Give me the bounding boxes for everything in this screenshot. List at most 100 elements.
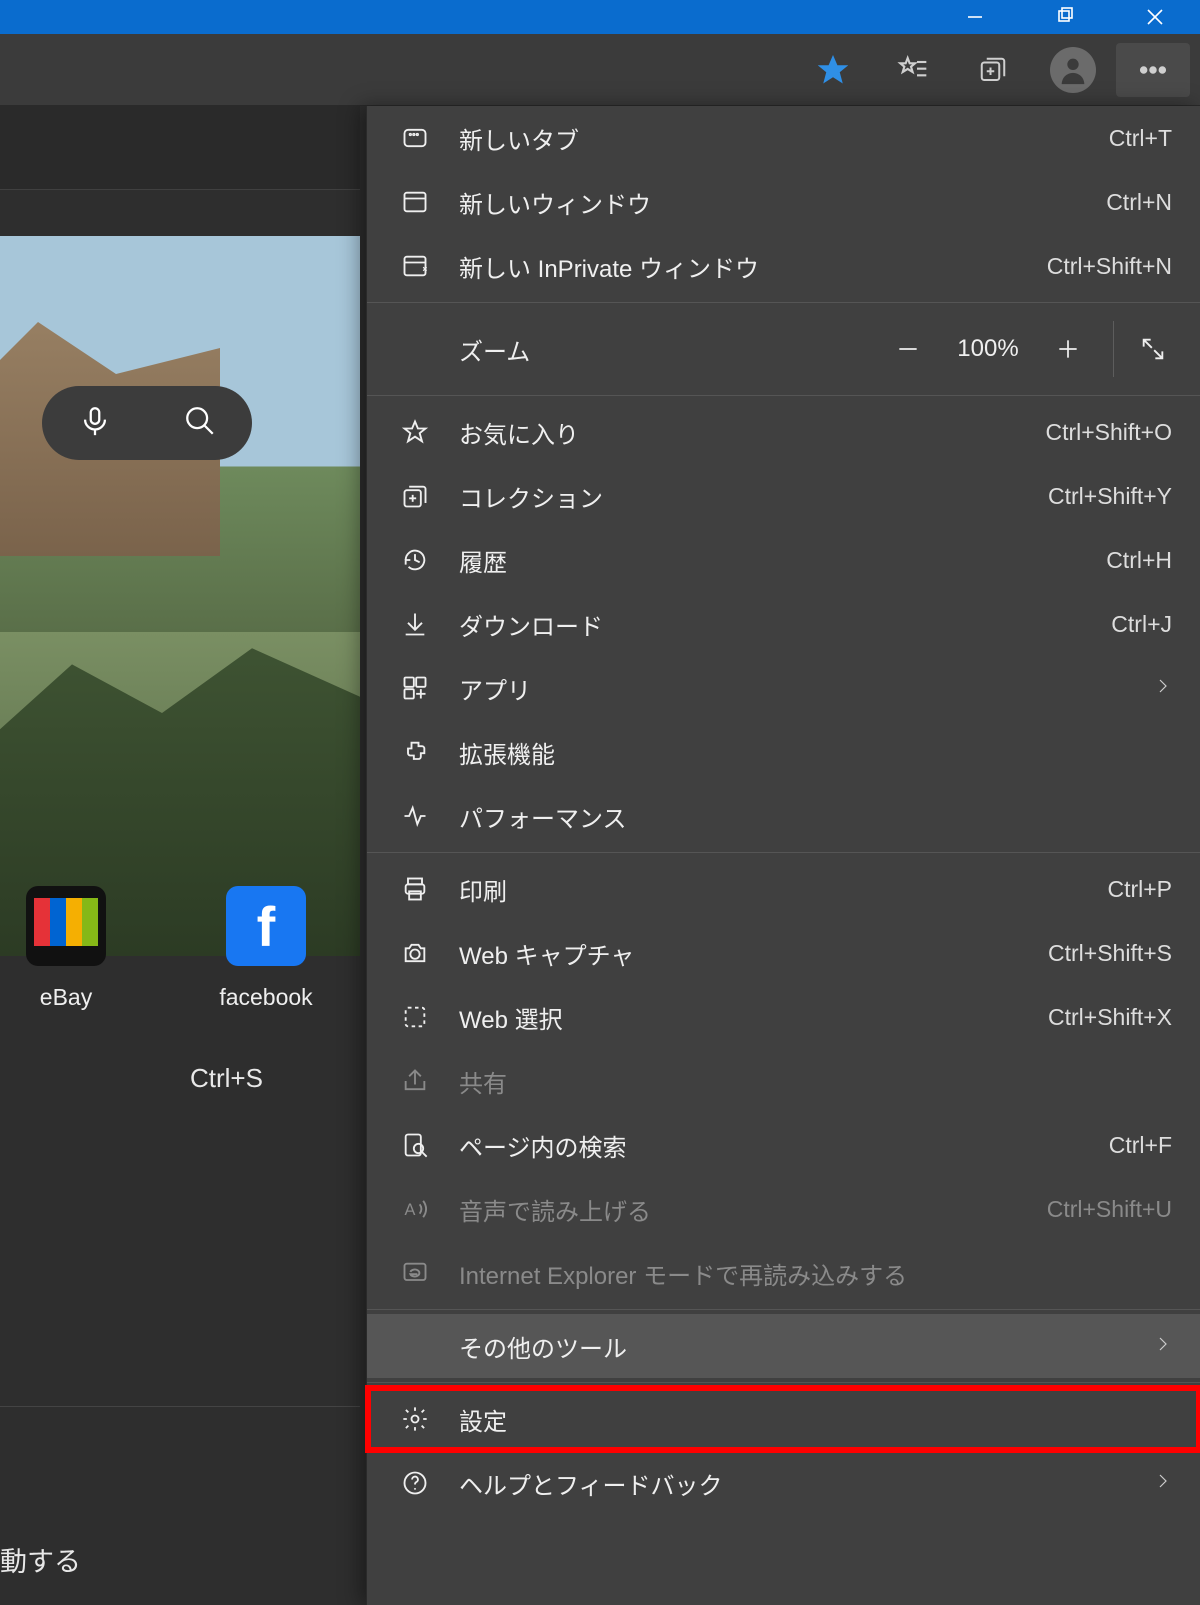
performance-icon xyxy=(395,796,435,836)
profile-button[interactable] xyxy=(1036,43,1110,97)
menu-extensions[interactable]: 拡張機能 xyxy=(367,720,1200,784)
new-tab-icon xyxy=(395,118,435,158)
menu-separator xyxy=(367,852,1200,853)
quick-link-label: facebook xyxy=(219,984,312,1011)
menu-item-label: アプリ xyxy=(459,671,1140,706)
app-menu: 新しいタブ Ctrl+T 新しいウィンドウ Ctrl+N 新しい InPriva… xyxy=(366,106,1200,1605)
partial-text: 動する xyxy=(0,1540,81,1579)
menu-item-label: 印刷 xyxy=(459,872,1107,907)
facebook-icon: f xyxy=(226,886,306,966)
fullscreen-button[interactable] xyxy=(1124,320,1182,378)
menu-item-shortcut: Ctrl+N xyxy=(1106,189,1172,216)
menu-item-label: Web キャプチャ xyxy=(459,936,1048,971)
menu-apps[interactable]: アプリ xyxy=(367,656,1200,720)
menu-item-label: 設定 xyxy=(459,1402,1172,1437)
favorite-star-icon[interactable] xyxy=(796,43,870,97)
menu-item-shortcut: Ctrl+H xyxy=(1106,547,1172,574)
menu-favorites[interactable]: お気に入り Ctrl+Shift+O xyxy=(367,400,1200,464)
menu-item-shortcut: Ctrl+P xyxy=(1107,876,1172,903)
menu-settings[interactable]: 設定 xyxy=(367,1387,1200,1451)
window-titlebar xyxy=(0,0,1200,34)
menu-ie-mode: Internet Explorer モードで再読み込みする xyxy=(367,1241,1200,1305)
menu-item-label: Web 選択 xyxy=(459,1000,1048,1035)
star-icon xyxy=(395,412,435,452)
ie-mode-icon xyxy=(395,1253,435,1293)
quick-link-facebook[interactable]: f facebook xyxy=(206,886,326,1011)
menu-web-select[interactable]: Web 選択 Ctrl+Shift+X xyxy=(367,985,1200,1049)
extensions-icon xyxy=(395,732,435,772)
menu-separator xyxy=(367,302,1200,303)
menu-item-label: ヘルプとフィードバック xyxy=(459,1466,1140,1501)
history-icon xyxy=(395,540,435,580)
menu-item-label: 音声で読み上げる xyxy=(459,1192,1047,1227)
find-icon xyxy=(395,1125,435,1165)
menu-item-label: ページ内の検索 xyxy=(459,1128,1109,1163)
tab-strip xyxy=(0,106,360,190)
search-icon[interactable] xyxy=(183,404,217,443)
menu-new-inprivate[interactable]: 新しい InPrivate ウィンドウ Ctrl+Shift+N xyxy=(367,234,1200,298)
quick-link-label: eBay xyxy=(40,984,92,1011)
zoom-out-button[interactable] xyxy=(879,320,937,378)
quick-link-ebay[interactable]: eBay xyxy=(6,886,126,1011)
print-icon xyxy=(395,869,435,909)
menu-item-label: その他のツール xyxy=(459,1329,1140,1364)
help-icon xyxy=(395,1463,435,1503)
partial-shortcut-text: Ctrl+S xyxy=(190,1063,263,1094)
menu-item-label: ダウンロード xyxy=(459,607,1111,642)
menu-item-label: お気に入り xyxy=(459,415,1045,450)
menu-item-shortcut: Ctrl+T xyxy=(1109,125,1172,152)
menu-print[interactable]: 印刷 Ctrl+P xyxy=(367,857,1200,921)
menu-item-label: コレクション xyxy=(459,479,1048,514)
menu-downloads[interactable]: ダウンロード Ctrl+J xyxy=(367,592,1200,656)
camera-icon xyxy=(395,933,435,973)
chevron-right-icon xyxy=(1154,674,1172,702)
menu-separator xyxy=(367,1382,1200,1383)
menu-item-shortcut: Ctrl+Shift+Y xyxy=(1048,483,1172,510)
minimize-button[interactable] xyxy=(930,0,1020,34)
gear-icon xyxy=(395,1399,435,1439)
menu-web-capture[interactable]: Web キャプチャ Ctrl+Shift+S xyxy=(367,921,1200,985)
menu-collections[interactable]: コレクション Ctrl+Shift+Y xyxy=(367,464,1200,528)
menu-performance[interactable]: パフォーマンス xyxy=(367,784,1200,848)
menu-new-tab[interactable]: 新しいタブ Ctrl+T xyxy=(367,106,1200,170)
menu-new-window[interactable]: 新しいウィンドウ Ctrl+N xyxy=(367,170,1200,234)
search-box[interactable] xyxy=(42,386,252,460)
menu-item-shortcut: Ctrl+F xyxy=(1109,1132,1172,1159)
close-button[interactable] xyxy=(1110,0,1200,34)
menu-item-label: 共有 xyxy=(459,1064,1172,1099)
menu-item-label: パフォーマンス xyxy=(459,799,1172,834)
share-icon xyxy=(395,1061,435,1101)
apps-icon xyxy=(395,668,435,708)
menu-item-label: 拡張機能 xyxy=(459,735,1172,770)
zoom-in-button[interactable] xyxy=(1039,320,1097,378)
menu-item-shortcut: Ctrl+Shift+O xyxy=(1045,419,1172,446)
svg-text:A: A xyxy=(405,1201,416,1219)
menu-item-label: 新しいウィンドウ xyxy=(459,185,1106,220)
maximize-button[interactable] xyxy=(1020,0,1110,34)
favorites-list-icon[interactable] xyxy=(876,43,950,97)
collections-icon xyxy=(395,476,435,516)
zoom-value: 100% xyxy=(943,335,1033,363)
menu-item-shortcut: Ctrl+Shift+U xyxy=(1047,1196,1172,1223)
chevron-right-icon xyxy=(1154,1332,1172,1360)
menu-item-label: 新しい InPrivate ウィンドウ xyxy=(459,249,1047,284)
zoom-label: ズーム xyxy=(459,332,873,367)
ebay-icon xyxy=(26,886,106,966)
menu-history[interactable]: 履歴 Ctrl+H xyxy=(367,528,1200,592)
microphone-icon[interactable] xyxy=(78,404,112,443)
window-icon xyxy=(395,182,435,222)
menu-share: 共有 xyxy=(367,1049,1200,1113)
more-menu-button[interactable] xyxy=(1116,43,1190,97)
ntp-background-image xyxy=(0,236,360,956)
menu-more-tools[interactable]: その他のツール xyxy=(367,1314,1200,1378)
menu-help[interactable]: ヘルプとフィードバック xyxy=(367,1451,1200,1515)
inprivate-icon xyxy=(395,246,435,286)
menu-read-aloud: A 音声で読み上げる Ctrl+Shift+U xyxy=(367,1177,1200,1241)
menu-separator xyxy=(367,395,1200,396)
menu-find[interactable]: ページ内の検索 Ctrl+F xyxy=(367,1113,1200,1177)
separator xyxy=(1113,321,1114,377)
select-icon xyxy=(395,997,435,1037)
menu-item-label: Internet Explorer モードで再読み込みする xyxy=(459,1256,1172,1291)
collections-icon[interactable] xyxy=(956,43,1030,97)
profile-avatar-icon xyxy=(1050,47,1096,93)
